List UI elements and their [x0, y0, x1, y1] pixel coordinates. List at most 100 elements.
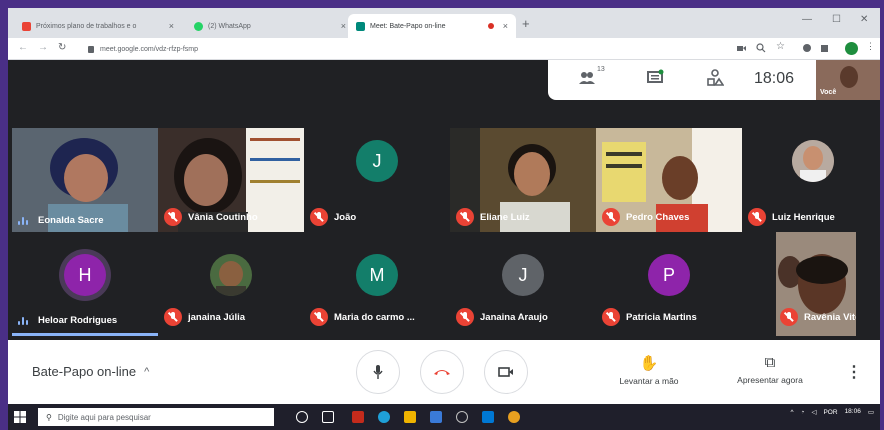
browser-toolbar: ← → ↻ meet.google.com/vdz-rfzp-fsmp ☆ ⋮	[8, 38, 880, 60]
participant-photo-avatar	[210, 254, 252, 296]
new-tab-button[interactable]: +	[522, 16, 530, 31]
zoom-icon[interactable]	[756, 43, 766, 53]
mail-icon[interactable]	[482, 411, 494, 423]
close-tab-icon[interactable]: ×	[341, 21, 346, 31]
reload-icon[interactable]: ↻	[58, 42, 66, 53]
participant-name: Pedro Chaves	[626, 211, 690, 223]
close-tab-icon[interactable]: ×	[503, 21, 508, 31]
windows-start-icon[interactable]	[14, 411, 26, 423]
tab-gmail[interactable]: Próximos plano de trabalhos e o ×	[14, 14, 182, 38]
taskbar-search-input[interactable]: ⚲ Digite aqui para pesquisar	[38, 408, 274, 426]
participant-nametag: Ravênia Vitória	[780, 308, 856, 326]
tab-title: Meet: Bate-Papo on-line	[370, 22, 446, 30]
puzzle-icon[interactable]	[820, 43, 830, 53]
present-now-label: Apresentar agora	[737, 375, 803, 385]
cortana-icon[interactable]	[296, 411, 308, 423]
participant-tile[interactable]: Eliane Luiz	[450, 128, 596, 232]
camera-icon	[498, 367, 513, 377]
close-tab-icon[interactable]: ×	[169, 21, 174, 31]
participant-tile[interactable]: Ravênia Vitória	[776, 232, 856, 336]
participant-name: Luiz Henrique	[772, 211, 835, 223]
participant-avatar: P	[648, 254, 690, 296]
participant-tile[interactable]: P Patricia Martins	[596, 232, 742, 336]
maximize-icon[interactable]: ☐	[832, 14, 841, 25]
mic-off-icon	[780, 308, 798, 326]
store-icon[interactable]	[430, 411, 442, 423]
active-speaker-bar	[12, 333, 158, 336]
participant-name: Eonalda Sacre	[38, 215, 104, 226]
camera-indicator-icon[interactable]	[736, 43, 746, 53]
wifi-icon[interactable]: ◔	[801, 409, 805, 416]
microphone-button[interactable]	[356, 350, 400, 394]
participant-tile[interactable]: M Maria do carmo ...	[304, 232, 450, 336]
mic-off-icon	[456, 308, 474, 326]
participant-avatar: M	[356, 254, 398, 296]
participant-nametag: Vânia Coutinho	[164, 208, 258, 226]
close-window-icon[interactable]: ✕	[860, 14, 868, 25]
meet-top-bar: 13 18:06 Você	[548, 60, 880, 100]
tab-title: (2) WhatsApp	[208, 22, 251, 30]
mic-off-icon	[310, 308, 328, 326]
raise-hand-button[interactable]: ✋ Levantar a mão	[604, 354, 694, 386]
self-view-tile[interactable]: Você	[816, 60, 880, 100]
taskbar-clock[interactable]: 18:06	[845, 408, 861, 416]
participant-name: Maria do carmo ...	[334, 311, 415, 323]
mic-off-icon	[456, 208, 474, 226]
browser-menu-icon[interactable]: ⋮	[866, 41, 876, 51]
task-view-icon[interactable]	[322, 411, 334, 423]
volume-icon[interactable]: ◁	[811, 408, 816, 416]
recording-dot-icon	[488, 23, 494, 29]
bookmark-star-icon[interactable]: ☆	[776, 41, 786, 52]
url-text: meet.google.com/vdz-rfzp-fsmp	[100, 45, 199, 53]
camera-button[interactable]	[484, 350, 528, 394]
speaking-indicator-icon	[18, 216, 32, 226]
participant-name: Vânia Coutinho	[188, 211, 258, 223]
chevron-up-icon: ^	[144, 365, 150, 378]
more-options-icon[interactable]: ⋮	[846, 362, 862, 382]
participant-count: 13	[597, 66, 605, 73]
participant-tile[interactable]: H Heloar Rodrigues	[12, 232, 158, 336]
participant-tile[interactable]: Eonalda Sacre	[12, 128, 158, 232]
participant-tile[interactable]: janaina Júlia	[158, 232, 304, 336]
search-icon: ⚲	[46, 412, 52, 422]
people-icon[interactable]	[578, 69, 596, 87]
participant-tile[interactable]: J João	[304, 128, 450, 232]
tab-whatsapp[interactable]: (2) WhatsApp ×	[186, 14, 354, 38]
tab-title: Próximos plano de trabalhos e o	[36, 22, 137, 30]
forward-icon[interactable]: →	[38, 42, 48, 53]
end-call-button[interactable]	[420, 350, 464, 394]
notifications-icon[interactable]: ▭	[868, 408, 874, 416]
back-icon[interactable]: ←	[18, 42, 28, 53]
participant-tile[interactable]: Vânia Coutinho	[158, 128, 304, 232]
participant-avatar: H	[64, 254, 106, 296]
participant-nametag: Patricia Martins	[602, 308, 697, 326]
activities-icon[interactable]	[706, 69, 724, 87]
address-bar[interactable]: meet.google.com/vdz-rfzp-fsmp	[88, 42, 728, 56]
participant-tile[interactable]: J Janaina Araujo	[450, 232, 596, 336]
mic-off-icon	[164, 308, 182, 326]
language-indicator[interactable]: POR	[823, 409, 837, 416]
profile-avatar[interactable]	[845, 42, 858, 55]
browser-tab-strip: Próximos plano de trabalhos e o × (2) Wh…	[8, 8, 880, 38]
extension-icon[interactable]	[802, 43, 812, 53]
participant-tile[interactable]: Pedro Chaves	[596, 128, 742, 232]
office-app-icon[interactable]	[352, 411, 364, 423]
settings-gear-icon[interactable]	[456, 411, 468, 423]
tray-chevron-icon[interactable]: ^	[790, 409, 793, 416]
edge-icon[interactable]	[378, 411, 390, 423]
file-explorer-icon[interactable]	[404, 411, 416, 423]
meet-icon	[356, 21, 365, 31]
present-screen-icon: ⧉	[764, 354, 776, 371]
meet-stage: 13 18:06 Você Eonalda Sacre Vânia Coutin…	[8, 60, 880, 340]
hang-up-icon	[434, 370, 450, 375]
participant-nametag: Eonalda Sacre	[18, 215, 103, 226]
chat-icon[interactable]	[646, 69, 664, 87]
participant-tile[interactable]: Luiz Henrique	[742, 128, 880, 232]
participant-nametag: Heloar Rodrigues	[18, 315, 117, 326]
chrome-icon[interactable]	[508, 411, 520, 423]
tab-meet[interactable]: Meet: Bate-Papo on-line ×	[348, 14, 516, 38]
search-placeholder: Digite aqui para pesquisar	[57, 412, 151, 422]
present-now-button[interactable]: ⧉ Apresentar agora	[720, 354, 820, 385]
minimize-icon[interactable]: —	[802, 14, 812, 25]
meeting-details-toggle[interactable]: Bate-Papo on-line ^	[32, 364, 149, 379]
